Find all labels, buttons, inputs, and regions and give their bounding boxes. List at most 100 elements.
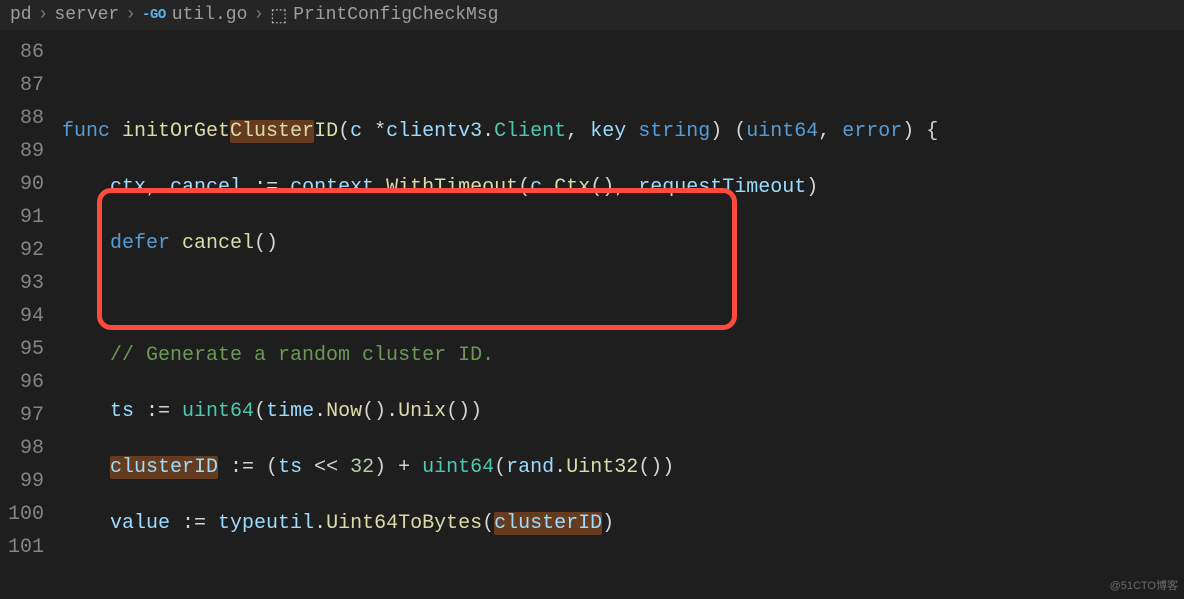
go-file-icon: -GO: [142, 7, 166, 23]
type: error: [842, 120, 902, 143]
call: Uint64ToBytes: [326, 512, 482, 535]
pkg: time: [266, 400, 314, 423]
watermark: @51CTO博客: [1110, 577, 1178, 593]
punct: .: [374, 176, 386, 199]
punct: .: [314, 512, 326, 535]
var: ctx: [110, 176, 146, 199]
line-number: 89: [0, 135, 44, 168]
indent: [62, 344, 110, 367]
punct: (: [518, 176, 530, 199]
punct: (): [254, 232, 278, 255]
punct: (: [482, 512, 494, 535]
line-number: 95: [0, 333, 44, 366]
search-highlight: Cluster: [230, 120, 314, 143]
indent: [62, 456, 110, 479]
breadcrumb-sep: ›: [125, 5, 136, 25]
punct: ) {: [902, 120, 938, 143]
punct: (),: [590, 176, 638, 199]
line-number-gutter: 86 87 88 89 90 91 92 93 94 95 96 97 98 9…: [0, 30, 62, 599]
punct: .: [482, 120, 494, 143]
op: :=: [170, 512, 218, 535]
type: clientv3: [386, 120, 482, 143]
code-line[interactable]: ts := uint64(time.Now().Unix()): [62, 395, 1184, 428]
line-number: 90: [0, 168, 44, 201]
type: uint64: [746, 120, 818, 143]
line-number: [0, 564, 44, 597]
pkg: typeutil: [218, 512, 314, 535]
line-number: 97: [0, 399, 44, 432]
breadcrumb-item[interactable]: util.go: [172, 5, 248, 25]
line-number: 93: [0, 267, 44, 300]
punct: ,: [818, 120, 842, 143]
var: ts: [278, 456, 302, 479]
punct: ) (: [710, 120, 746, 143]
code-line[interactable]: value := typeutil.Uint64ToBytes(clusterI…: [62, 507, 1184, 540]
type: Client: [494, 120, 566, 143]
code-editor[interactable]: 86 87 88 89 90 91 92 93 94 95 96 97 98 9…: [0, 30, 1184, 599]
call: Uint32: [566, 456, 638, 479]
keyword: func: [62, 120, 122, 143]
var: c: [530, 176, 542, 199]
op: := (: [218, 456, 278, 479]
code-line[interactable]: [62, 59, 1184, 92]
op: :=: [134, 400, 182, 423]
breadcrumb-item[interactable]: PrintConfigCheckMsg: [293, 5, 498, 25]
indent: [62, 176, 110, 199]
punct: ()): [446, 400, 482, 423]
breadcrumb-sep: ›: [253, 5, 264, 25]
code-line[interactable]: // Generate a random cluster ID.: [62, 339, 1184, 372]
code-line[interactable]: [62, 563, 1184, 596]
code-line[interactable]: ctx, cancel := context.WithTimeout(c.Ctx…: [62, 171, 1184, 204]
punct: ()): [638, 456, 674, 479]
var: cancel: [170, 176, 242, 199]
op: <<: [302, 456, 350, 479]
call: Unix: [398, 400, 446, 423]
code-line[interactable]: [62, 283, 1184, 316]
code-line[interactable]: func initOrGetClusterID(c *clientv3.Clie…: [62, 115, 1184, 148]
op: :=: [242, 176, 290, 199]
breadcrumb-item[interactable]: pd: [10, 5, 32, 25]
var: ts: [110, 400, 134, 423]
number: 32: [350, 456, 374, 479]
op: ) +: [374, 456, 422, 479]
punct: (: [254, 400, 266, 423]
param: key: [590, 120, 626, 143]
pkg: context: [290, 176, 374, 199]
search-highlight: clusterID: [110, 456, 218, 479]
punct: ,: [566, 120, 590, 143]
type: uint64: [182, 400, 254, 423]
line-number: 88: [0, 102, 44, 135]
comment: // Generate a random cluster ID.: [110, 344, 494, 367]
type: uint64: [422, 456, 494, 479]
breadcrumb[interactable]: pd › server › -GO util.go › ⬚ PrintConfi…: [0, 0, 1184, 30]
punct: (: [494, 456, 506, 479]
breadcrumb-item[interactable]: server: [54, 5, 119, 25]
func-name: initOrGet: [122, 120, 230, 143]
pkg: rand: [506, 456, 554, 479]
punct: (: [338, 120, 350, 143]
punct: ): [806, 176, 818, 199]
symbol-icon: ⬚: [270, 5, 287, 27]
code-area[interactable]: func initOrGetClusterID(c *clientv3.Clie…: [62, 30, 1184, 599]
line-number: 92: [0, 234, 44, 267]
indent: [62, 232, 110, 255]
punct: .: [542, 176, 554, 199]
code-line[interactable]: defer cancel(): [62, 227, 1184, 260]
line-number: 96: [0, 366, 44, 399]
punct: .: [554, 456, 566, 479]
line-number: 99: [0, 465, 44, 498]
type: string: [638, 120, 710, 143]
code-line[interactable]: clusterID := (ts << 32) + uint64(rand.Ui…: [62, 451, 1184, 484]
punct: ): [602, 512, 614, 535]
call: Now: [326, 400, 362, 423]
line-number: 100: [0, 498, 44, 531]
line-number: 87: [0, 69, 44, 102]
call: cancel: [182, 232, 254, 255]
punct: ().: [362, 400, 398, 423]
line-number: 101: [0, 531, 44, 564]
punct: ,: [146, 176, 170, 199]
indent: [62, 512, 110, 535]
line-number: 91: [0, 201, 44, 234]
punct: .: [314, 400, 326, 423]
keyword: defer: [110, 232, 182, 255]
